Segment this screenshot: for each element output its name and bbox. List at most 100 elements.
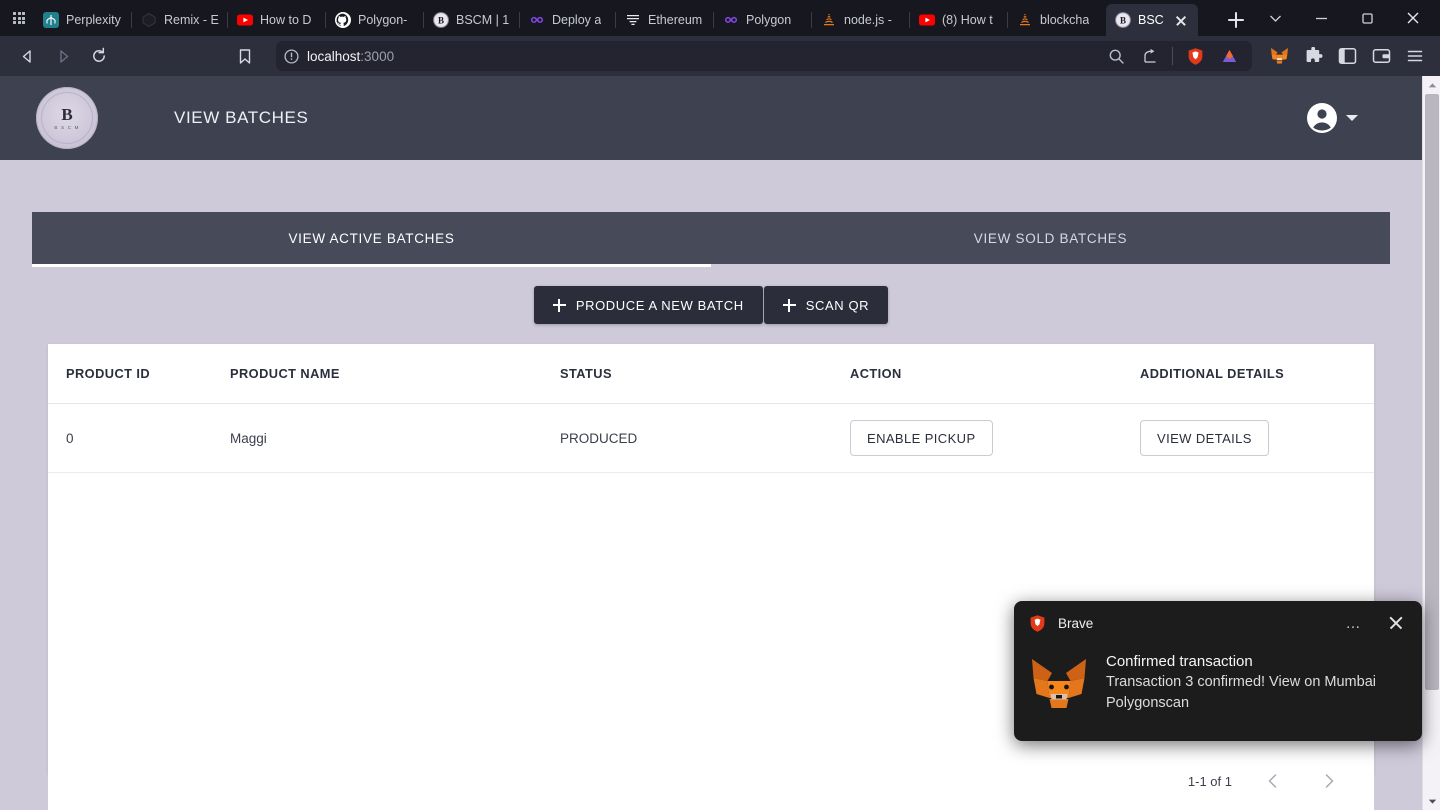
address-bar-actions	[1101, 41, 1244, 71]
browser-nav-bar: localhost:3000	[0, 36, 1440, 76]
browser-tab[interactable]: How to D	[228, 4, 326, 36]
notification-app-name: Brave	[1058, 615, 1094, 631]
address-bar-url: localhost:3000	[307, 49, 394, 64]
account-menu[interactable]	[1306, 102, 1398, 134]
browser-tab[interactable]: blockcha	[1008, 4, 1106, 36]
produce-new-batch-button[interactable]: PRODUCE A NEW BATCH	[533, 286, 763, 324]
wallet-button[interactable]	[1366, 41, 1396, 71]
tab-title: Ethereum	[648, 13, 703, 27]
youtube-icon	[237, 12, 253, 28]
cell-product-id: 0	[48, 403, 230, 473]
sidebar-icon	[1338, 48, 1356, 64]
url-host: localhost	[307, 48, 361, 64]
minimize-button[interactable]	[1298, 0, 1344, 36]
forward-button[interactable]	[46, 41, 80, 71]
metamask-fox-icon	[1032, 659, 1086, 708]
grid-icon	[13, 12, 25, 24]
batch-actions: PRODUCE A NEW BATCH SCAN QR	[0, 286, 1422, 324]
scroll-down-arrow-icon	[1428, 799, 1436, 804]
brave-rewards-button[interactable]	[1214, 41, 1244, 71]
tab-view-sold-batches[interactable]: VIEW SOLD BATCHES	[711, 212, 1390, 264]
close-window-button[interactable]	[1390, 0, 1436, 36]
tab-strip-grid-button[interactable]	[4, 0, 34, 36]
sidebar-toggle-button[interactable]	[1332, 41, 1362, 71]
column-action: ACTION	[850, 344, 1140, 404]
enable-pickup-button[interactable]: ENABLE PICKUP	[850, 420, 993, 456]
tab-title: blockcha	[1040, 13, 1090, 27]
tab-title: How to D	[260, 13, 312, 27]
chevron-down-icon	[1269, 15, 1281, 22]
omnibox-search-button[interactable]	[1101, 41, 1131, 71]
scrollbar-down-button[interactable]	[1423, 792, 1440, 810]
tab-label: VIEW ACTIVE BATCHES	[288, 230, 455, 246]
chevron-right-icon	[1325, 774, 1334, 788]
tab-view-active-batches[interactable]: VIEW ACTIVE BATCHES	[32, 212, 711, 267]
tab-title: BSCM | 1	[456, 13, 510, 27]
tab-close-button[interactable]	[1173, 12, 1189, 28]
tab-title: Deploy a	[552, 13, 602, 27]
plus-icon	[552, 298, 566, 312]
metamask-icon	[1270, 48, 1288, 64]
browser-menu-button[interactable]	[1400, 41, 1430, 71]
extensions-button[interactable]	[1298, 41, 1328, 71]
tab-search-button[interactable]	[1252, 0, 1298, 36]
pagination: 1-1 of 1	[48, 752, 1374, 810]
github-icon	[335, 12, 351, 28]
metamask-extension-button[interactable]	[1264, 41, 1294, 71]
browser-tab[interactable]: (8) How t	[910, 4, 1008, 36]
tab-label: VIEW SOLD BATCHES	[973, 230, 1128, 246]
scrollbar-up-button[interactable]	[1423, 76, 1440, 94]
notification-toast[interactable]: Brave … Confirmed transaction Transactio…	[1014, 601, 1422, 741]
pagination-next-button[interactable]	[1314, 766, 1344, 796]
browser-tab[interactable]: Polygon-	[326, 4, 424, 36]
notification-more-button[interactable]: …	[1339, 608, 1369, 638]
scrollbar-thumb[interactable]	[1425, 94, 1439, 690]
logo-subtext: B S C M	[54, 125, 80, 130]
browser-tab[interactable]: node.js -	[812, 4, 910, 36]
share-icon	[1143, 48, 1155, 63]
page-scrollbar[interactable]	[1422, 76, 1440, 810]
polygon-icon	[529, 12, 545, 28]
url-port: :3000	[360, 48, 395, 64]
site-info-icon	[284, 48, 299, 64]
youtube-icon	[919, 12, 935, 28]
view-details-button[interactable]: VIEW DETAILS	[1140, 420, 1269, 456]
browser-tab[interactable]: Perplexity	[34, 4, 132, 36]
logo-mark: B	[61, 105, 73, 124]
maximize-icon	[1361, 12, 1373, 24]
browser-tab[interactable]: Polygon	[714, 4, 812, 36]
notification-header: Brave …	[1014, 601, 1422, 645]
share-button[interactable]	[1135, 41, 1165, 71]
pagination-count: 1-1 of 1	[1187, 773, 1232, 789]
bookmark-button[interactable]	[228, 41, 262, 71]
tab-title: BSCM	[1138, 13, 1164, 27]
reload-button[interactable]	[82, 41, 116, 71]
maximize-button[interactable]	[1344, 0, 1390, 36]
scan-qr-button[interactable]: SCAN QR	[763, 286, 889, 324]
notification-close-button[interactable]	[1380, 608, 1412, 638]
close-icon	[1407, 12, 1419, 24]
minimize-icon	[1315, 17, 1327, 19]
brave-lion-icon	[1030, 614, 1045, 632]
tab-title: Polygon	[746, 13, 792, 27]
polygon-icon	[723, 12, 739, 28]
bookmark-icon	[239, 48, 251, 64]
browser-tab[interactable]: Remix - E	[132, 4, 228, 36]
browser-tab[interactable]: Deploy a	[520, 4, 616, 36]
pagination-prev-button[interactable]	[1258, 766, 1288, 796]
browser-tab[interactable]: B BSCM	[1106, 4, 1198, 36]
new-tab-button[interactable]	[1220, 4, 1252, 36]
column-product-name: PRODUCT NAME	[230, 344, 560, 404]
app-logo[interactable]: B B S C M	[36, 87, 98, 149]
notification-text: Confirmed transaction Transaction 3 conf…	[1106, 653, 1406, 715]
address-bar[interactable]: localhost:3000	[276, 41, 1252, 71]
notification-title: Confirmed transaction	[1106, 653, 1253, 670]
brave-shields-button[interactable]	[1180, 41, 1210, 71]
back-button[interactable]	[10, 41, 44, 71]
reload-icon	[93, 47, 105, 62]
back-arrow-icon	[22, 49, 31, 63]
batches-table: PRODUCT ID PRODUCT NAME STATUS ACTION AD…	[48, 344, 1374, 473]
table-row: 0 Maggi PRODUCED ENABLE PICKUP VIEW DETA…	[48, 403, 1374, 473]
browser-tab[interactable]: Ethereum	[616, 4, 714, 36]
browser-tab[interactable]: B BSCM | 1	[424, 4, 520, 36]
